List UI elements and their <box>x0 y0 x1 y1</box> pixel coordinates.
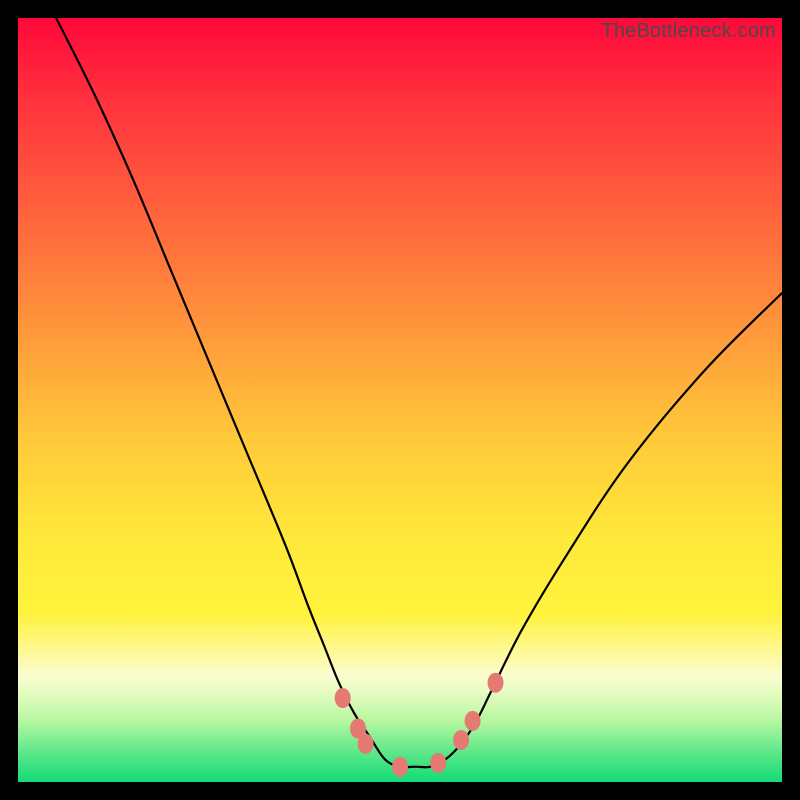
curve-marker <box>453 730 469 750</box>
curve-marker <box>335 688 351 708</box>
curve-marker <box>358 734 374 754</box>
curve-marker <box>465 711 481 731</box>
curve-marker <box>392 757 408 777</box>
curve-marker <box>430 753 446 773</box>
curve-marker <box>488 673 504 693</box>
chart-plot-area: TheBottleneck.com <box>18 18 782 782</box>
bottleneck-curve <box>56 18 782 767</box>
curve-markers <box>335 673 504 777</box>
chart-frame: TheBottleneck.com <box>0 0 800 800</box>
chart-svg <box>18 18 782 782</box>
